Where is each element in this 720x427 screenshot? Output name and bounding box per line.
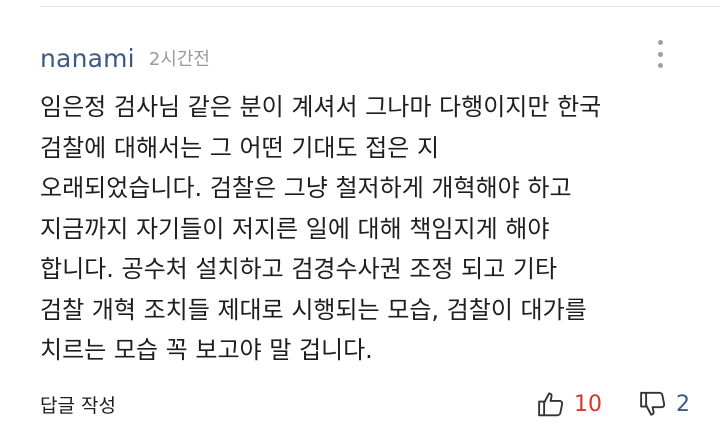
comment-author[interactable]: nanami	[40, 44, 135, 73]
comment-time: 2시간전	[148, 49, 210, 70]
comment-line: 검찰에 대해서는 그 어떤 기대도 접은 지	[40, 133, 440, 162]
like-button[interactable]: 10	[536, 389, 602, 419]
comment-line: 임은정 검사님 같은 분이 계셔서 그나마 다행이지만 한국	[40, 93, 602, 121]
thumbs-down-icon	[640, 391, 666, 416]
comment-footer: 답글 작성 10 2	[40, 384, 690, 424]
reply-button[interactable]: 답글 작성	[40, 391, 116, 418]
comment-line: 합니다. 공수처 설치하고 검경수사권 조정 되고 기타	[40, 255, 558, 283]
reactions: 10 2	[536, 389, 690, 419]
comment-line: 오래되었습니다. 검찰은 그냥 철저하게 개혁해야 하고	[40, 174, 572, 202]
comment-body: 임은정 검사님 같은 분이 계셔서 그나마 다행이지만 한국 검찰에 대해서는 …	[40, 87, 690, 371]
like-count: 10	[574, 391, 602, 417]
comment-header: nanami 2시간전	[40, 40, 680, 76]
comment-line: 치르는 모습 꼭 보고야 말 겁니다.	[40, 336, 373, 364]
more-dot	[657, 40, 663, 45]
dislike-button[interactable]: 2	[638, 389, 690, 419]
more-options-icon[interactable]	[652, 40, 668, 68]
comment-line: 검찰 개혁 조치들 제대로 시행되는 모습, 검찰이 대가를	[40, 295, 587, 324]
top-divider	[40, 6, 720, 7]
comment-line: 지금까지 자기들이 저지른 일에 대해 책임지게 해야	[40, 214, 550, 243]
more-dot	[657, 63, 663, 68]
more-dot	[657, 51, 663, 57]
dislike-count: 2	[676, 391, 690, 417]
thumbs-up-icon	[538, 392, 564, 417]
